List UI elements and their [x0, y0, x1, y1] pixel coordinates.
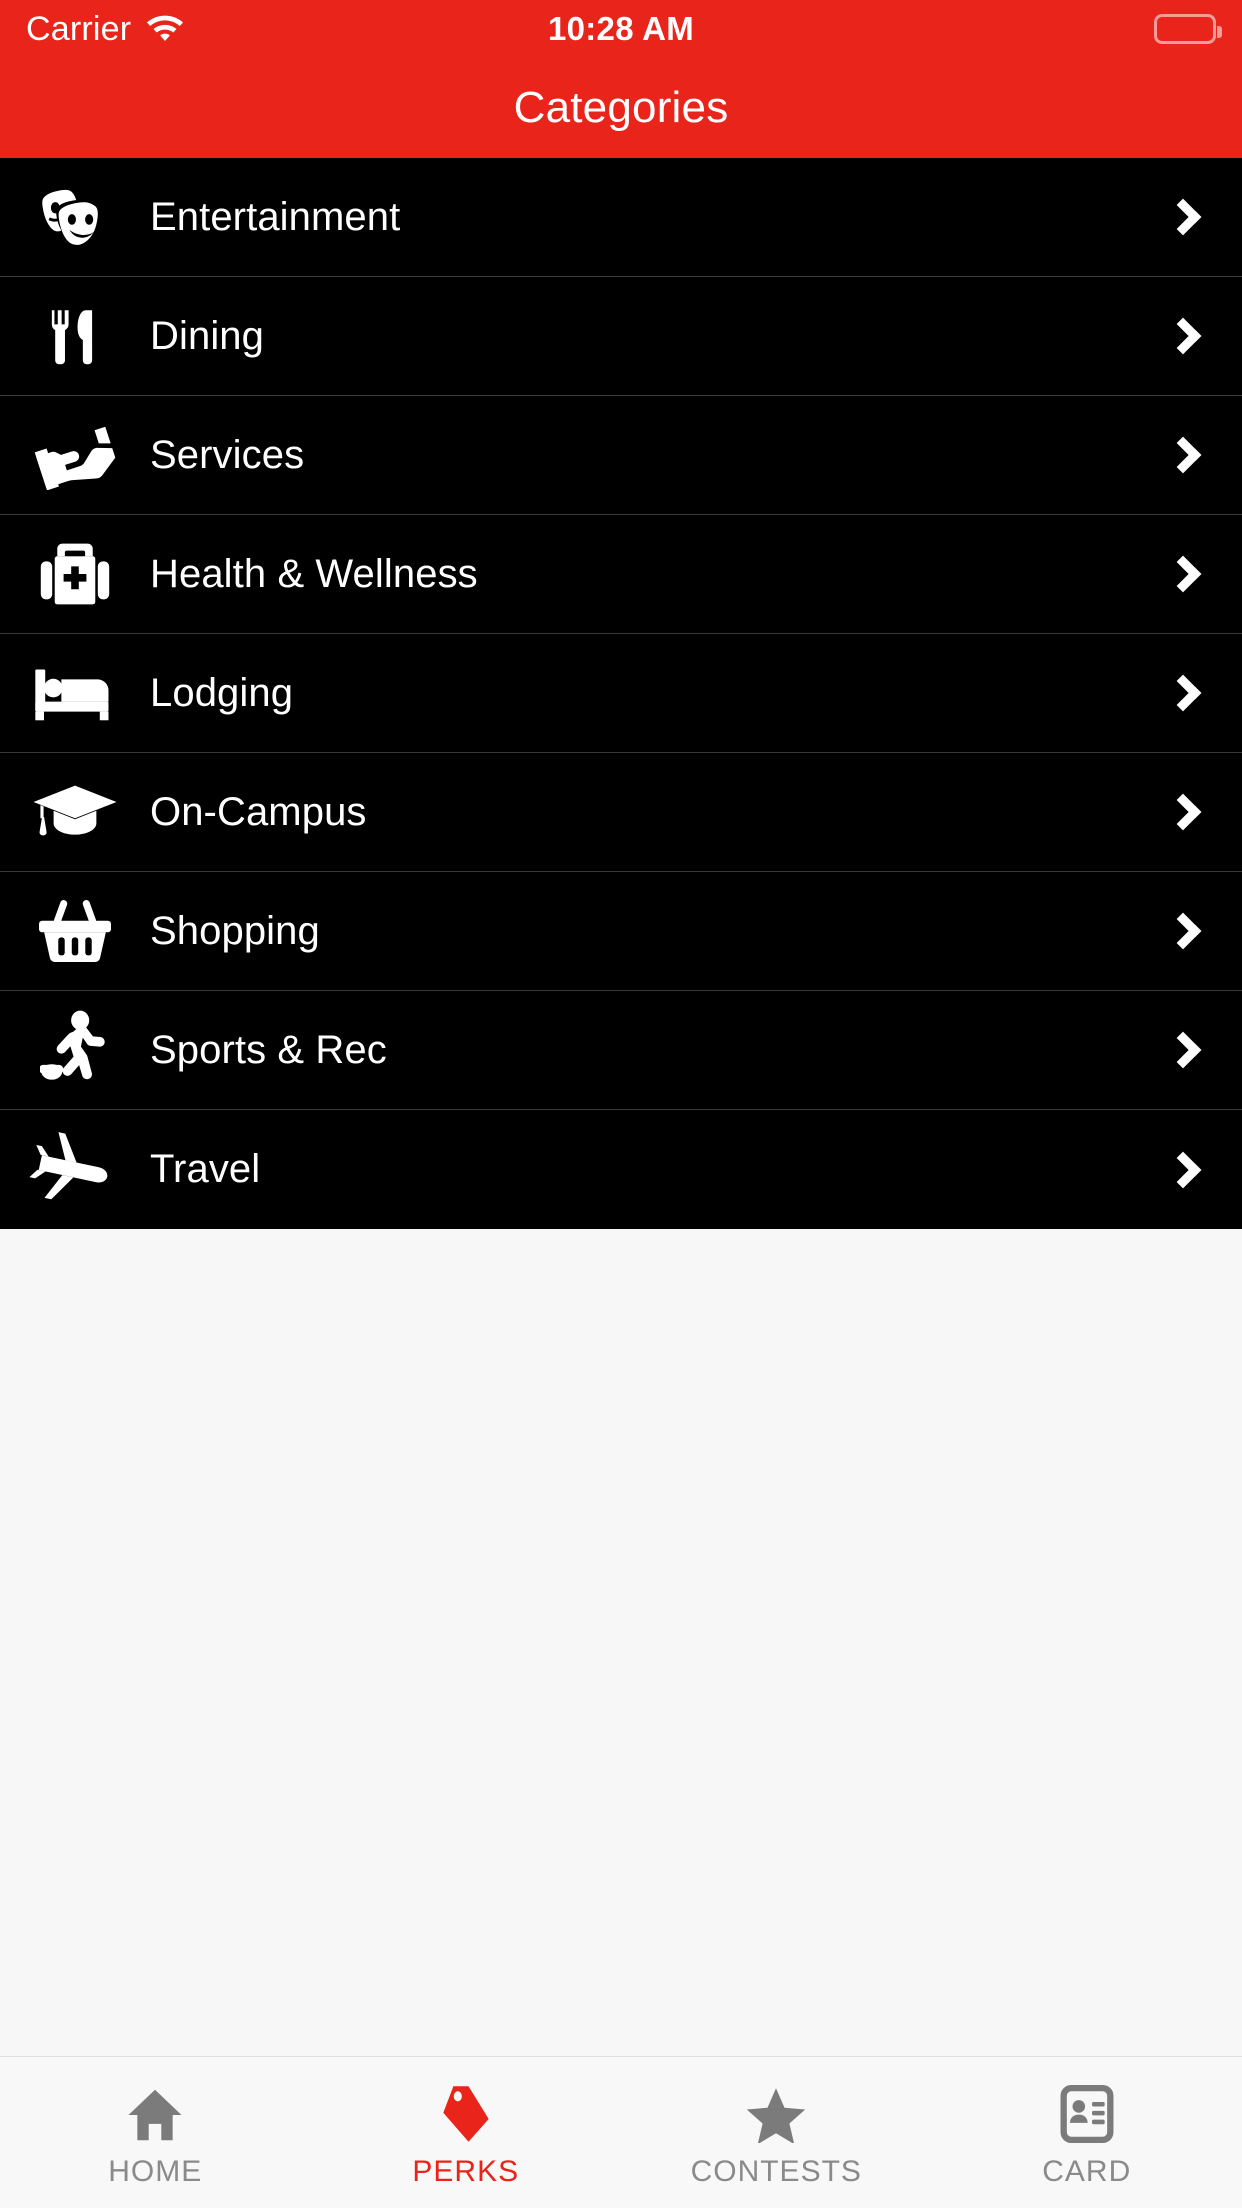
list-item-label: Travel — [150, 1147, 261, 1191]
list-item-label: Lodging — [150, 670, 294, 715]
list-item-travel[interactable]: Travel — [0, 1110, 1242, 1229]
first-aid-kit-icon — [0, 538, 150, 610]
list-item-services[interactable]: Services — [0, 396, 1242, 515]
tab-label: CARD — [1042, 2154, 1132, 2188]
tab-bar: HOME PERKS CONTESTS CARD — [0, 2056, 1242, 2208]
fork-knife-icon — [0, 300, 150, 372]
list-item-label: Health & Wellness — [150, 551, 478, 596]
list-item-health-wellness[interactable]: Health & Wellness — [0, 515, 1242, 634]
id-card-icon — [1060, 2084, 1114, 2143]
list-item-on-campus[interactable]: On-Campus — [0, 753, 1242, 872]
app-root: Carrier 10:28 AM Categories Entertainmen… — [0, 0, 1242, 2208]
tab-card[interactable]: CARD — [932, 2057, 1242, 2208]
handshake-icon — [0, 420, 150, 490]
carrier-label: Carrier — [26, 10, 132, 48]
list-item-label: Entertainment — [150, 194, 401, 239]
tab-label: HOME — [108, 2154, 203, 2188]
status-bar: Carrier 10:28 AM — [0, 0, 1242, 58]
chevron-right-icon[interactable] — [1132, 317, 1242, 355]
chevron-right-icon[interactable] — [1132, 912, 1242, 950]
tab-label: CONTESTS — [690, 2154, 862, 2188]
tab-perks[interactable]: PERKS — [311, 2057, 622, 2208]
shopping-basket-icon — [0, 895, 150, 967]
list-item-label: On-Campus — [150, 789, 367, 834]
theater-masks-icon — [0, 185, 150, 249]
star-icon — [745, 2087, 807, 2143]
tag-icon — [438, 2085, 494, 2143]
category-list: Entertainment Dining Services Health & W… — [0, 158, 1242, 1229]
tab-label: PERKS — [412, 2154, 520, 2188]
list-item-label: Services — [150, 432, 305, 477]
chevron-right-icon[interactable] — [1132, 1031, 1242, 1069]
list-item-dining[interactable]: Dining — [0, 277, 1242, 396]
empty-content-area — [0, 1229, 1242, 2056]
status-bar-right — [1154, 14, 1222, 44]
list-item-shopping[interactable]: Shopping — [0, 872, 1242, 991]
status-bar-clock: 10:28 AM — [547, 10, 695, 47]
wifi-icon — [145, 12, 185, 47]
status-bar-left: Carrier — [26, 12, 185, 47]
chevron-right-icon[interactable] — [1132, 555, 1242, 593]
chevron-right-icon[interactable] — [1132, 674, 1242, 712]
page-title: Categories — [513, 83, 729, 132]
list-item-label: Dining — [150, 313, 264, 358]
chevron-right-icon[interactable] — [1132, 793, 1242, 831]
graduation-cap-icon — [0, 780, 150, 844]
running-person-icon — [0, 1010, 150, 1090]
navigation-bar: Categories — [0, 58, 1242, 158]
chevron-right-icon[interactable] — [1132, 198, 1242, 236]
list-item-sports-rec[interactable]: Sports & Rec — [0, 991, 1242, 1110]
tab-contests[interactable]: CONTESTS — [621, 2057, 932, 2208]
chevron-right-icon[interactable] — [1132, 436, 1242, 474]
home-icon — [126, 2087, 184, 2143]
list-item-lodging[interactable]: Lodging — [0, 634, 1242, 753]
tab-home[interactable]: HOME — [0, 2057, 311, 2208]
list-item-entertainment[interactable]: Entertainment — [0, 158, 1242, 277]
list-item-label: Sports & Rec — [150, 1027, 387, 1072]
list-item-label: Shopping — [150, 908, 320, 953]
chevron-right-icon[interactable] — [1132, 1151, 1242, 1188]
battery-full-icon — [1154, 14, 1222, 44]
bed-icon — [0, 662, 150, 724]
airplane-icon — [0, 1131, 150, 1208]
